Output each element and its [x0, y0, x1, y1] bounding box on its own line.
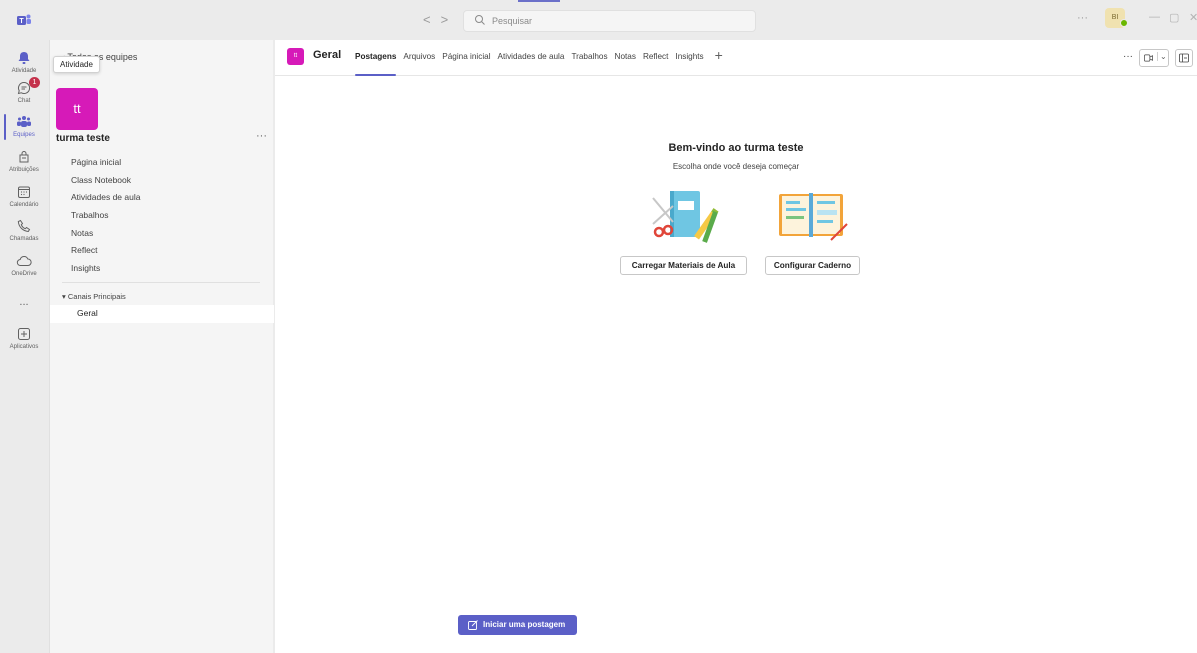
rail-label-onedrive: OneDrive: [11, 271, 37, 277]
phone-icon: [17, 219, 31, 233]
search-icon: [475, 15, 485, 25]
channel-avatar: tt: [287, 48, 304, 65]
back-arrow-icon[interactable]: <: [423, 12, 441, 27]
maximize-icon[interactable]: ▢: [1169, 11, 1179, 24]
tab-grades[interactable]: Notas: [615, 52, 636, 76]
calendar-icon: [18, 186, 30, 198]
configure-notebook-button[interactable]: Configurar Caderno: [765, 256, 860, 275]
team-menu-class-activities[interactable]: Atividades de aula: [71, 189, 140, 207]
teams-icon: [17, 116, 31, 127]
channel-header: tt Geral Postagens Arquivos Página inici…: [275, 40, 1197, 76]
channels-header-label: Canais Principais: [67, 292, 126, 301]
avatar[interactable]: BI: [1105, 8, 1128, 28]
search-box[interactable]: [463, 10, 756, 32]
team-more-options-icon[interactable]: ···: [256, 130, 267, 142]
close-icon[interactable]: ✕: [1189, 11, 1197, 24]
team-menu: Página inicial Class Notebook Atividades…: [71, 154, 140, 278]
rail-label-calendar: Calendário: [9, 202, 39, 208]
rail-label-assignments: Atribuições: [9, 167, 39, 173]
team-name: turma teste: [56, 133, 110, 144]
svg-text:T: T: [19, 18, 24, 25]
rail-label-calls: Chamadas: [9, 236, 39, 242]
welcome-title: Bem-vindo ao turma teste: [668, 142, 804, 154]
class-materials-illustration: [652, 191, 719, 243]
search-accent: [518, 0, 560, 2]
rail-label-apps: Aplicativos: [9, 344, 39, 350]
presence-available-icon: [1120, 19, 1128, 27]
tab-reflect[interactable]: Reflect: [643, 52, 668, 76]
popout-button[interactable]: [1175, 49, 1193, 67]
rail-item-teams[interactable]: Equipes: [0, 112, 48, 146]
team-menu-class-notebook[interactable]: Class Notebook: [71, 172, 140, 190]
caret-down-icon: ▾: [62, 292, 66, 301]
header-more-icon[interactable]: ···: [1123, 51, 1133, 62]
chevron-down-icon[interactable]: ⌄: [1157, 52, 1167, 61]
minimize-icon[interactable]: —: [1149, 11, 1160, 23]
rail-label-teams: Equipes: [13, 132, 35, 138]
welcome-subtitle: Escolha onde você deseja começar: [672, 162, 800, 171]
team-panel: ‹ Todas as equipes tt turma teste ··· Pá…: [49, 40, 274, 653]
channel-main: tt Geral Postagens Arquivos Página inici…: [275, 40, 1197, 653]
bell-icon: [18, 52, 30, 64]
team-menu-reflect[interactable]: Reflect: [71, 242, 140, 260]
start-post-button[interactable]: Iniciar uma postagem: [458, 615, 577, 635]
channel-item-geral[interactable]: Geral: [50, 305, 274, 323]
rail-item-chat[interactable]: 1 Chat: [0, 77, 48, 112]
team-menu-assignments[interactable]: Trabalhos: [71, 207, 140, 225]
rail-label-activity: Atividade: [11, 68, 37, 74]
history-nav: <>: [423, 12, 458, 27]
rail-item-calendar[interactable]: Calendário: [0, 182, 48, 216]
chat-badge: 1: [29, 77, 40, 88]
rail-item-apps[interactable]: Aplicativos: [0, 324, 48, 358]
more-icon: ...: [19, 296, 29, 308]
tab-class-activities[interactable]: Atividades de aula: [498, 52, 565, 76]
teams-logo-icon[interactable]: T: [16, 12, 32, 28]
add-apps-icon: [18, 328, 30, 340]
forward-arrow-icon[interactable]: >: [441, 12, 459, 27]
tab-insights[interactable]: Insights: [675, 52, 703, 76]
video-camera-icon: [1144, 54, 1153, 62]
team-menu-insights[interactable]: Insights: [71, 260, 140, 278]
rail-item-calls[interactable]: Chamadas: [0, 216, 48, 250]
rail-item-more[interactable]: ...: [0, 292, 48, 308]
app-rail: Atividade 1 Chat Equipes Atribuições Cal…: [0, 40, 48, 653]
tab-posts[interactable]: Postagens: [355, 52, 397, 76]
rail-item-activity[interactable]: Atividade: [0, 48, 48, 82]
upload-class-materials-button[interactable]: Carregar Materiais de Aula: [620, 256, 747, 275]
activity-tooltip: Atividade: [53, 56, 100, 73]
channel-label: Geral: [77, 308, 98, 318]
channel-title: Geral: [313, 49, 342, 61]
add-tab-icon[interactable]: +: [715, 47, 723, 76]
title-bar: T <> ··· BI — ▢ ✕: [0, 0, 1197, 40]
start-post-label: Iniciar uma postagem: [483, 620, 566, 629]
team-menu-home[interactable]: Página inicial: [71, 154, 140, 172]
tab-home[interactable]: Página inicial: [442, 52, 490, 76]
channel-tabs: Postagens Arquivos Página inicial Ativid…: [355, 47, 723, 76]
rail-item-onedrive[interactable]: OneDrive: [0, 251, 48, 285]
search-input[interactable]: [492, 13, 747, 29]
meet-button[interactable]: ⌄: [1139, 49, 1169, 67]
tab-files[interactable]: Arquivos: [403, 52, 435, 76]
compose-icon: [468, 620, 478, 630]
team-avatar: tt: [56, 88, 98, 130]
rail-item-assignments[interactable]: Atribuições: [0, 147, 48, 181]
cloud-icon: [16, 255, 32, 266]
rail-label-chat: Chat: [17, 98, 31, 104]
team-menu-grades[interactable]: Notas: [71, 225, 140, 243]
divider: [62, 282, 260, 283]
assignments-icon: [19, 151, 29, 163]
notebook-illustration: [779, 193, 848, 241]
avatar-initials: BI: [1111, 14, 1119, 21]
popout-icon: [1179, 53, 1189, 63]
tab-assignments[interactable]: Trabalhos: [571, 52, 607, 76]
titlebar-more-icon[interactable]: ···: [1077, 12, 1088, 24]
channels-header[interactable]: ▾ Canais Principais: [62, 292, 126, 301]
